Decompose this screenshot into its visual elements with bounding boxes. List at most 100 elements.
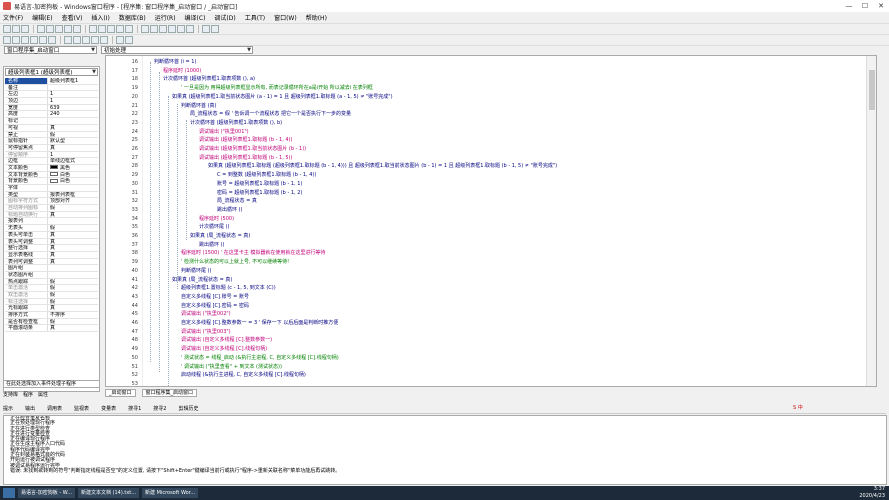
grid-icon[interactable] [125, 36, 133, 44]
taskbar-item-notepad[interactable]: 新建文本文档 (14).txt... [77, 488, 140, 498]
help-icon[interactable] [202, 25, 210, 33]
paste-icon[interactable] [55, 25, 63, 33]
open-file-icon[interactable] [12, 25, 20, 33]
menu-insert[interactable]: 插入(I) [91, 13, 109, 22]
align-right-icon[interactable] [82, 36, 90, 44]
code-line[interactable]: 49 调试输出 (自定义多线程 [C].线程句柄) [106, 345, 876, 354]
code-line[interactable]: 52 启动线程 (&执行主进程, C, 自定义多线程 [C].线程句柄) [106, 371, 876, 380]
output-panel[interactable]: 正在检查重复名称 正在预处理现行程序 正在进行类型检查 正在进行变量检查 正在编译现行程… [3, 415, 887, 485]
new-file-icon[interactable] [3, 25, 11, 33]
menu-file[interactable]: 文件(F) [3, 13, 23, 22]
code-line[interactable]: 26 调试输出 (超级列表框1.取当前状态图片 (b - 1)) [106, 145, 876, 154]
align-left-icon[interactable] [64, 36, 72, 44]
event-handler-select[interactable]: 在此处选择加入事件处理子程序 [3, 380, 100, 388]
property-row[interactable]: 左边 1 [5, 91, 98, 99]
property-row[interactable]: 整行选择 真 [5, 245, 98, 252]
property-row[interactable]: 无表头 假 [5, 225, 98, 232]
redo-icon[interactable] [73, 25, 81, 33]
property-value[interactable]: 真 [47, 325, 98, 332]
code-line[interactable]: 50 ' 测试状态 = 线程_启动 (&执行主进程, C, 自定义多线程 [C].… [106, 354, 876, 363]
property-row[interactable]: 自动排列图标 假 [5, 205, 98, 212]
code-line[interactable]: 20 如果真 (超级列表框1.取当前状态图片 (a - 1) = 1 且 超级列表… [106, 93, 876, 102]
property-value[interactable]: 639 [47, 104, 98, 111]
property-row[interactable]: 单击激活 假 [5, 285, 98, 292]
close-button[interactable]: ✕ [873, 0, 889, 12]
undo-icon[interactable] [64, 25, 72, 33]
save-icon[interactable] [21, 25, 29, 33]
code-line[interactable]: 37 跳出循环 () [106, 241, 876, 250]
property-row[interactable]: 报表列 [5, 218, 98, 226]
align-top-icon[interactable] [91, 36, 99, 44]
tab-program[interactable]: 程序 [23, 391, 33, 399]
code-line[interactable]: 45 调试输出 ("执里002") [106, 310, 876, 319]
property-value[interactable]: 真 [47, 211, 98, 218]
minimize-button[interactable]: — [841, 0, 857, 12]
code-line[interactable]: 16 判断循环首 (i = 1) [106, 58, 876, 67]
property-row[interactable]: 状态图片组 [5, 271, 98, 279]
code-line[interactable]: 22 局_流程状态 = 假 ' 告诉调一个流程状态 把它一个是否执行下一步的变量 [106, 110, 876, 119]
property-row[interactable]: 排序方式 不排序 [5, 312, 98, 319]
property-value[interactable] [47, 271, 98, 278]
property-row[interactable]: 标题自动换行 真 [5, 211, 98, 219]
code-line[interactable]: 40 判断循环尾 () [106, 267, 876, 276]
property-row[interactable]: 文本背景颜色 白色 [5, 171, 98, 179]
property-value[interactable]: 1 [47, 151, 98, 158]
property-row[interactable]: 图片组 [5, 265, 98, 272]
property-row[interactable]: 鼠标指针 默认型 [5, 138, 98, 145]
taskbar-item-word[interactable]: 新建 Microsoft Wor... [142, 488, 199, 498]
step-out-icon[interactable] [177, 25, 185, 33]
align-center-icon[interactable] [73, 36, 81, 44]
menu-edit[interactable]: 编辑(E) [32, 13, 52, 22]
tab-output[interactable]: 输出 [25, 405, 35, 412]
code-line[interactable]: 36 如果真 (局_流程状态 = 真) [106, 232, 876, 241]
property-row[interactable]: 标注选择 假 [5, 298, 98, 306]
code-line[interactable]: 53 [106, 380, 876, 386]
property-value[interactable]: 假 [47, 318, 98, 325]
code-line[interactable]: 29 C = 到整数 (超级列表框1.取标题 (b - 1, 4)) [106, 171, 876, 180]
property-value[interactable]: 假 [47, 298, 98, 305]
property-value[interactable]: 白色 [47, 171, 98, 178]
property-value[interactable]: 真 [47, 238, 98, 245]
tab-watch[interactable]: 监视表 [74, 405, 89, 412]
property-row[interactable]: 禁止 假 [5, 131, 98, 139]
zoom-icon[interactable] [116, 36, 124, 44]
replace-icon[interactable] [98, 25, 106, 33]
assembly-select[interactable]: 窗口程序集_启动窗口 ▼ [4, 46, 97, 54]
component-select[interactable]: 超级列表框1 (超级列表框) ▼ [5, 68, 98, 76]
property-value[interactable]: 假 [47, 131, 98, 138]
step-over-icon[interactable] [168, 25, 176, 33]
property-value[interactable] [47, 84, 98, 91]
tab-call-stack[interactable]: 调用表 [47, 405, 62, 412]
tab-start-window[interactable]: _启动窗口 [105, 389, 136, 397]
property-row[interactable]: 边框 单线边框式 [5, 158, 98, 165]
code-line[interactable]: 21 判断循环首 (真) [106, 102, 876, 111]
property-row[interactable]: 高度 240 [5, 111, 98, 119]
maximize-button[interactable]: ☐ [857, 0, 873, 12]
property-row[interactable]: 宽度 639 [5, 104, 98, 112]
cut-icon[interactable] [37, 25, 45, 33]
property-row[interactable]: 图标字符方式 顶部对齐 [5, 198, 98, 206]
tab-clip-history[interactable]: 剪辑历史 [178, 405, 198, 412]
code-line[interactable]: 34 程序延时 (500) [106, 215, 876, 224]
code-line[interactable]: 44 自定义多线程 [C].密码 = 密码 [106, 302, 876, 311]
property-row[interactable]: 表头可单击 真 [5, 231, 98, 239]
property-row[interactable]: 顶边 1 [5, 98, 98, 105]
code-line[interactable]: 46 自定义多线程 [C].整数参数一 = 3 ' 保存一下 以后后面是判断时推方… [106, 319, 876, 328]
property-row[interactable]: 平面滚动条 真 [5, 325, 98, 333]
tab-variables[interactable]: 变量表 [101, 405, 116, 412]
align-bottom-icon[interactable] [100, 36, 108, 44]
menu-help[interactable]: 帮助(H) [306, 13, 327, 22]
program-icon[interactable] [12, 36, 20, 44]
window-design-icon[interactable] [3, 36, 11, 44]
variable-icon[interactable] [30, 36, 38, 44]
property-row[interactable]: 可视 真 [5, 124, 98, 132]
property-row[interactable]: 标记 [5, 118, 98, 125]
code-line[interactable]: 23 计次循环首 (超级列表框1.取表项数 (), b) [106, 119, 876, 128]
indent-icon[interactable] [116, 25, 124, 33]
subroutine-select[interactable]: 初始处理 ▼ [101, 46, 253, 54]
property-value[interactable]: 真 [47, 124, 98, 131]
property-value[interactable] [47, 265, 98, 271]
property-value[interactable]: 假 [47, 225, 98, 231]
property-value[interactable]: 白色 [47, 178, 98, 184]
code-line[interactable]: 51 ' 调试输出 ("执里查看" + 到文本 (测试状态)) [106, 363, 876, 372]
